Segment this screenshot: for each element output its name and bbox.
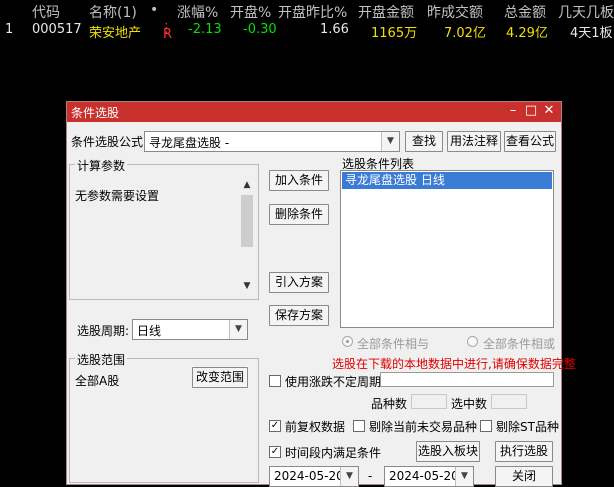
exclude-untraded-checkbox[interactable] xyxy=(353,420,365,432)
col-open-prev-ratio[interactable]: 开盘昨比% xyxy=(278,2,347,22)
col-code[interactable]: 代码 xyxy=(32,2,60,22)
params-text: 无参数需要设置 xyxy=(75,189,160,203)
range-value: 全部A股 xyxy=(75,374,120,388)
variety-count-field xyxy=(411,394,447,409)
row-open-prev-ratio: 1.66 xyxy=(320,22,349,37)
view-formula-button[interactable]: 查看公式 xyxy=(504,131,556,152)
chevron-down-icon[interactable]: ▼ xyxy=(229,320,247,339)
variety-count-label: 品种数 xyxy=(371,397,408,411)
period-label: 选股周期: xyxy=(77,324,130,338)
row-change: -2.13 xyxy=(188,22,222,37)
period-select[interactable]: 日线 ▼ xyxy=(132,319,248,340)
time-condition-label: 时间段内满足条件 xyxy=(285,446,382,460)
radio-or[interactable] xyxy=(467,336,478,347)
row-code: 000517 xyxy=(32,22,82,37)
params-group xyxy=(69,164,259,300)
minimize-icon[interactable]: – xyxy=(505,103,521,119)
close-button[interactable]: 关闭 xyxy=(495,466,553,487)
col-open-pct[interactable]: 开盘% xyxy=(230,2,271,22)
col-days-boards[interactable]: 几天几板 xyxy=(558,2,614,22)
col-dot[interactable]: • xyxy=(150,2,158,18)
row-index: 1 xyxy=(5,22,14,37)
row-open-amount: 1165万 xyxy=(371,26,418,41)
chevron-down-icon[interactable]: ▼ xyxy=(381,132,399,151)
time-condition-checkbox[interactable]: ✓ xyxy=(269,446,281,458)
table-row[interactable]: 1 000517 荣安地产 ⋮ R -2.13 -0.30 1.66 1165万… xyxy=(0,22,614,42)
exclude-st-checkbox[interactable] xyxy=(480,420,492,432)
row-open-pct: -0.30 xyxy=(243,22,277,37)
formula-label: 条件选股公式 xyxy=(71,135,144,149)
warning-text: 选股在下载的本地数据中进行,请确保数据完整 xyxy=(332,357,576,371)
pre-adjust-checkbox[interactable]: ✓ xyxy=(269,420,281,432)
exclude-st-label: 剔除ST品种 xyxy=(496,420,559,434)
exclude-untraded-label: 剔除当前未交易品种 xyxy=(369,420,478,434)
params-scrollbar[interactable]: ▲ ▼ xyxy=(240,178,254,296)
params-group-title: 计算参数 xyxy=(75,157,128,174)
dialog-title: 条件选股 xyxy=(71,106,120,120)
selected-count-field xyxy=(491,394,527,409)
row-total-amount: 4.29亿 xyxy=(506,26,548,41)
date-to-picker[interactable]: 2024-05-20 ▼ xyxy=(384,466,474,487)
chevron-down-icon[interactable]: ▼ xyxy=(455,467,473,486)
limit-period-input[interactable] xyxy=(380,372,554,387)
date-from-picker[interactable]: 2024-05-20 ▼ xyxy=(269,466,359,487)
range-group-title: 选股范围 xyxy=(75,351,128,368)
usage-button[interactable]: 用法注释 xyxy=(447,131,501,152)
grid-header: 代码 名称(1) • 涨幅% 开盘% 开盘昨比% 开盘金额 昨成交额 总金额 几… xyxy=(0,0,614,22)
formula-select[interactable]: 寻龙尾盘选股 - ▼ xyxy=(144,131,400,152)
find-button[interactable]: 查找 xyxy=(405,131,443,152)
scroll-down-icon[interactable]: ▼ xyxy=(240,281,254,291)
selected-count-label: 选中数 xyxy=(451,397,488,411)
change-range-button[interactable]: 改变范围 xyxy=(192,367,248,388)
list-item[interactable]: 寻龙尾盘选股 日线 xyxy=(342,172,552,189)
row-days-boards: 4天1板 xyxy=(570,26,613,41)
col-change[interactable]: 涨幅% xyxy=(177,2,218,22)
scroll-up-icon[interactable]: ▲ xyxy=(240,180,254,190)
date-to-value: 2024-05-20 xyxy=(389,469,459,483)
delete-condition-button[interactable]: 删除条件 xyxy=(269,204,329,225)
col-total-amount[interactable]: 总金额 xyxy=(504,2,546,22)
radio-and[interactable] xyxy=(342,336,353,347)
chevron-down-icon[interactable]: ▼ xyxy=(340,467,358,486)
dialog-titlebar[interactable]: 条件选股 – □ ✕ xyxy=(67,102,561,122)
condition-list[interactable]: 寻龙尾盘选股 日线 xyxy=(340,170,554,328)
maximize-icon[interactable]: □ xyxy=(523,103,539,119)
row-name: 荣安地产 xyxy=(89,26,142,41)
col-prev-turnover[interactable]: 昨成交额 xyxy=(427,2,483,22)
add-condition-button[interactable]: 加入条件 xyxy=(269,170,329,191)
radio-or-label: 全部条件相或 xyxy=(483,337,556,351)
import-plan-button[interactable]: 引入方案 xyxy=(269,272,329,293)
row-prev-turnover: 7.02亿 xyxy=(444,26,486,41)
period-value: 日线 xyxy=(137,324,162,338)
close-icon[interactable]: ✕ xyxy=(541,103,557,119)
date-from-value: 2024-05-20 xyxy=(274,469,344,483)
col-name[interactable]: 名称(1) xyxy=(89,2,137,22)
limit-period-label: 使用涨跌不定周期 xyxy=(285,375,382,389)
col-open-amount[interactable]: 开盘金额 xyxy=(358,2,414,22)
scroll-thumb[interactable] xyxy=(241,195,253,247)
execute-button[interactable]: 执行选股 xyxy=(495,441,553,462)
condition-stock-dialog: 条件选股 – □ ✕ 条件选股公式 寻龙尾盘选股 - ▼ 查找 用法注释 查看公… xyxy=(66,101,576,487)
formula-value: 寻龙尾盘选股 - xyxy=(149,136,230,150)
to-block-button[interactable]: 选股入板块 xyxy=(416,441,480,462)
save-plan-button[interactable]: 保存方案 xyxy=(269,305,329,326)
date-separator: - xyxy=(368,469,373,483)
row-mark: R xyxy=(163,27,173,42)
radio-and-label: 全部条件相与 xyxy=(357,337,430,351)
limit-period-checkbox[interactable] xyxy=(269,375,281,387)
pre-adjust-label: 前复权数据 xyxy=(285,420,346,434)
